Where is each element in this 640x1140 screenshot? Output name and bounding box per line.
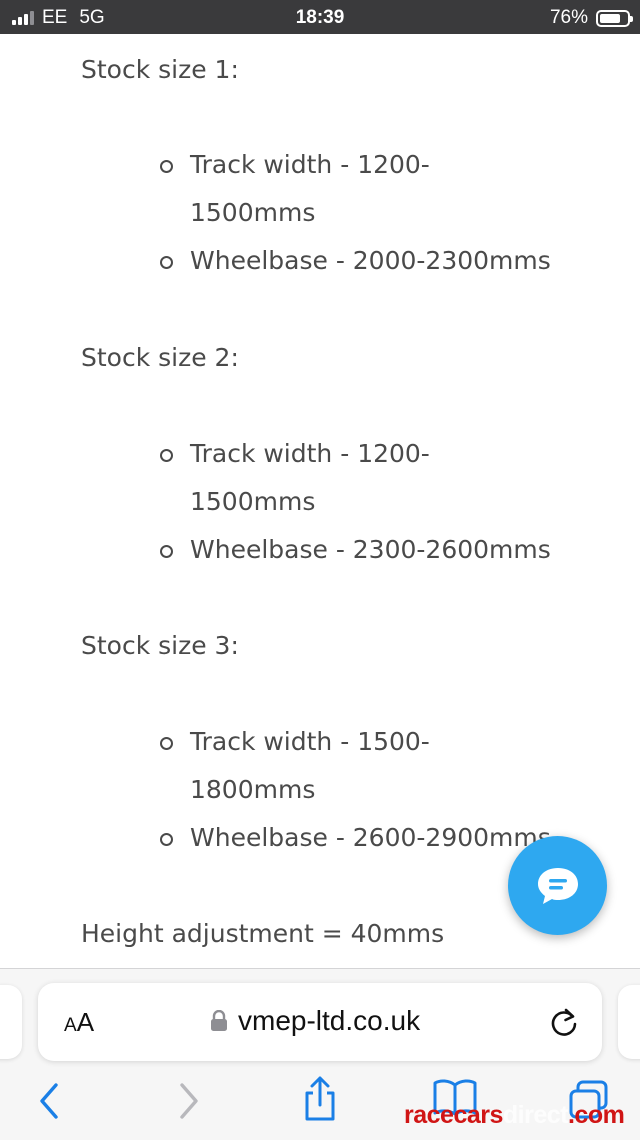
- list-item: Track width - 1200- 1500mms: [160, 430, 590, 526]
- list-item-text-continued: 1800mms: [190, 775, 316, 804]
- bullet-list: Track width - 1200- 1500mms Wheelbase - …: [160, 141, 590, 285]
- url-display[interactable]: vmep-ltd.co.uk: [210, 1005, 420, 1037]
- list-item-text-continued: 1500mms: [190, 198, 316, 227]
- chat-bubble-icon: [537, 867, 578, 904]
- list-item-text: Wheelbase - 2000-2300mms: [190, 246, 551, 275]
- height-adjustment-text: Height adjustment = 40mms: [81, 919, 445, 948]
- section-heading: Stock size 1:: [81, 55, 239, 84]
- list-item-text: Wheelbase - 2300-2600mms: [190, 535, 551, 564]
- reload-icon[interactable]: [548, 1006, 580, 1038]
- section-heading: Stock size 2:: [81, 343, 239, 372]
- reader-text-size-button[interactable]: AA: [64, 1007, 94, 1038]
- url-text: vmep-ltd.co.uk: [238, 1005, 421, 1036]
- list-item-text: Track width - 1500-: [190, 727, 430, 756]
- page-content: Stock size 1: Track width - 1200- 1500mm…: [0, 34, 640, 968]
- status-time: 18:39: [295, 7, 345, 28]
- status-bar: EE 5G 18:39 76%: [0, 0, 640, 34]
- chat-button[interactable]: [508, 836, 607, 935]
- next-tab-preview[interactable]: [618, 985, 640, 1059]
- lock-icon: [211, 1010, 227, 1031]
- list-item: Track width - 1500- 1800mms: [160, 718, 590, 814]
- battery-percent: 76%: [549, 7, 588, 28]
- browser-toolbar: AA vmep-ltd.co.uk racecarsdirect.com: [0, 968, 640, 1140]
- forward-icon[interactable]: [174, 1081, 202, 1121]
- previous-tab-preview[interactable]: [0, 985, 22, 1059]
- section-heading: Stock size 3:: [81, 631, 239, 660]
- list-item-text: Track width - 1200-: [190, 150, 430, 179]
- address-bar[interactable]: AA vmep-ltd.co.uk: [38, 983, 602, 1061]
- list-item: Wheelbase - 2300-2600mms: [160, 526, 590, 574]
- battery-icon: [596, 9, 633, 27]
- racecars-direct-watermark: racecarsdirect.com: [404, 1101, 625, 1129]
- list-item-text: Track width - 1200-: [190, 439, 430, 468]
- back-icon[interactable]: [36, 1081, 64, 1121]
- share-icon[interactable]: [300, 1075, 340, 1123]
- list-item-text-continued: 1500mms: [190, 487, 316, 516]
- list-item: Track width - 1200- 1500mms: [160, 141, 590, 237]
- bullet-list: Track width - 1200- 1500mms Wheelbase - …: [160, 430, 590, 574]
- bullet-list: Track width - 1500- 1800mms Wheelbase - …: [160, 718, 590, 862]
- list-item: Wheelbase - 2000-2300mms: [160, 237, 590, 285]
